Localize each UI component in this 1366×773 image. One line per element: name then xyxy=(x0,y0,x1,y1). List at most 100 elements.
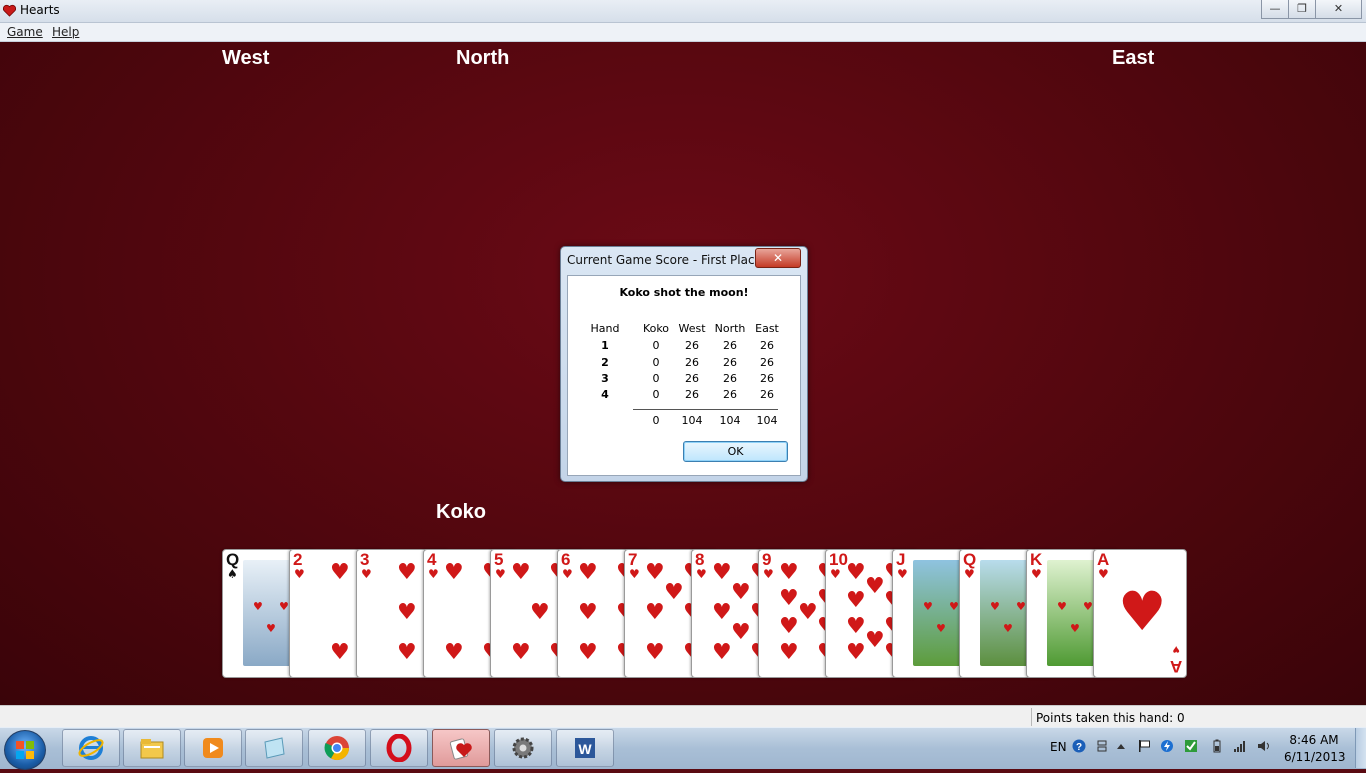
score-cell-east: 26 xyxy=(760,372,774,385)
heart-decoration-icon: ♥ xyxy=(990,600,1000,613)
title-bar: Hearts — ❐ ✕ xyxy=(0,0,1366,23)
heart-pip-icon: ♥ xyxy=(779,614,799,639)
score-cell-west: 26 xyxy=(685,372,699,385)
action-center-flag-icon[interactable] xyxy=(1137,739,1151,753)
taskbar-chrome[interactable] xyxy=(308,729,366,767)
heart-pip-icon: ♥ xyxy=(511,560,531,585)
heart-decoration-icon: ♥ xyxy=(923,600,933,613)
card-rank: 7 xyxy=(628,550,638,569)
taskbar-media-player[interactable] xyxy=(184,729,242,767)
score-cell-koko: 0 xyxy=(652,356,660,369)
status-bar: Points taken this hand: 0 xyxy=(0,705,1366,728)
language-indicator[interactable]: EN xyxy=(1050,740,1067,754)
clock-time[interactable]: 8:46 AM xyxy=(1284,733,1344,747)
svg-text:?: ? xyxy=(1076,742,1082,753)
heart-pip-icon: ♥ xyxy=(779,560,799,585)
player-west-label: West xyxy=(222,47,270,69)
score-cell-west: 26 xyxy=(685,339,699,352)
close-button[interactable]: ✕ xyxy=(1315,0,1362,19)
taskbar-settings[interactable] xyxy=(494,729,552,767)
clock-date[interactable]: 6/11/2013 xyxy=(1284,750,1346,764)
heart-decoration-icon: ♥ xyxy=(949,600,959,613)
menu-help[interactable]: Help xyxy=(52,25,79,39)
taskbar-word[interactable]: W xyxy=(556,729,614,767)
totals-divider xyxy=(633,409,778,410)
column-header-west: West xyxy=(678,322,706,335)
start-button[interactable] xyxy=(4,730,46,770)
svg-text:W: W xyxy=(578,741,592,757)
heart-pip-icon: ♥ xyxy=(397,640,417,665)
heart-pip-icon: ♥ xyxy=(444,640,464,665)
heart-pip-icon: ♥ xyxy=(330,640,350,665)
sync-check-icon[interactable] xyxy=(1184,739,1198,753)
maximize-button[interactable]: ❐ xyxy=(1288,0,1316,19)
score-row-hand: 2 xyxy=(601,356,609,369)
taskbar-opera[interactable] xyxy=(370,729,428,767)
notepad-icon xyxy=(264,737,285,759)
heart-pip-icon: ♥ xyxy=(397,560,417,585)
heart-pip-icon: ♥ xyxy=(865,574,885,599)
score-cell-koko: 0 xyxy=(652,388,660,401)
power-utility-icon[interactable] xyxy=(1160,739,1174,753)
volume-icon[interactable] xyxy=(1257,739,1271,753)
taskbar-internet-explorer[interactable] xyxy=(62,729,120,767)
total-east: 104 xyxy=(756,414,778,427)
minimize-button[interactable]: — xyxy=(1261,0,1289,19)
dialog-title: Current Game Score - First Place xyxy=(567,253,762,267)
menu-game[interactable]: Game xyxy=(7,25,43,39)
heart-decoration-icon: ♥ xyxy=(1003,622,1013,635)
show-hidden-icons-icon[interactable] xyxy=(1114,739,1128,753)
score-row-hand: 4 xyxy=(601,388,609,401)
heart-pip-icon: ♥ xyxy=(645,560,665,585)
dialog-message: Koko shot the moon! xyxy=(619,286,749,299)
dialog-close-button[interactable]: ✕ xyxy=(755,248,801,268)
score-cell-north: 26 xyxy=(723,388,737,401)
score-cell-north: 26 xyxy=(723,356,737,369)
heart-pip-icon: ♥ xyxy=(444,560,464,585)
card-suit: ♥ xyxy=(629,567,640,581)
hearts-app-icon xyxy=(2,4,17,17)
taskbar-hearts[interactable] xyxy=(432,729,490,767)
card-rank: Q xyxy=(226,550,240,569)
heart-decoration-icon: ♥ xyxy=(1070,622,1080,635)
score-cell-west: 26 xyxy=(685,356,699,369)
heart-pip-icon: ♥ xyxy=(846,588,866,613)
heart-pip-icon: ♥ xyxy=(846,560,866,585)
status-divider xyxy=(1031,708,1032,726)
keyboard-settings-icon[interactable] xyxy=(1095,739,1109,753)
card-suit: ♥ xyxy=(964,567,975,581)
score-cell-north: 26 xyxy=(723,372,737,385)
taskbar-notepad[interactable] xyxy=(245,729,303,767)
heart-decoration-icon: ♥ xyxy=(1016,600,1026,613)
score-cell-north: 26 xyxy=(723,339,737,352)
taskbar-file-explorer[interactable] xyxy=(123,729,181,767)
card-a-hearts[interactable]: A ♥ ♥ A ♥ xyxy=(1093,549,1187,678)
card-suit: ♥ xyxy=(361,567,372,581)
card-suit: ♠ xyxy=(227,567,238,581)
player-east-label: East xyxy=(1112,47,1155,69)
ok-button[interactable]: OK xyxy=(683,441,788,462)
heart-pip-icon: ♥ xyxy=(397,600,417,625)
card-suit: ♥ xyxy=(294,567,305,581)
card-rank: 6 xyxy=(561,550,571,569)
hearts-icon xyxy=(449,738,472,760)
media-player-icon xyxy=(203,738,223,758)
battery-icon[interactable] xyxy=(1210,739,1224,753)
card-suit: ♥ xyxy=(830,567,841,581)
dialog-body: Koko shot the moon! Hand Koko West North… xyxy=(567,275,801,476)
card-suit: ♥ xyxy=(696,567,707,581)
word-icon: W xyxy=(575,738,595,758)
heart-decoration-icon: ♥ xyxy=(936,622,946,635)
total-west: 104 xyxy=(681,414,703,427)
points-taken-text: Points taken this hand: 0 xyxy=(1036,711,1185,725)
chrome-icon xyxy=(324,736,349,761)
heart-pip-icon: ♥ xyxy=(712,600,732,625)
network-signal-icon[interactable] xyxy=(1233,739,1247,753)
card-rank: Q xyxy=(963,550,977,569)
opera-icon xyxy=(386,734,412,762)
card-rank: 4 xyxy=(427,550,437,569)
window-title: Hearts xyxy=(20,3,60,17)
help-icon[interactable]: ? xyxy=(1072,739,1086,753)
heart-pip-icon: ♥ xyxy=(664,580,684,605)
show-desktop-button[interactable] xyxy=(1355,728,1366,768)
